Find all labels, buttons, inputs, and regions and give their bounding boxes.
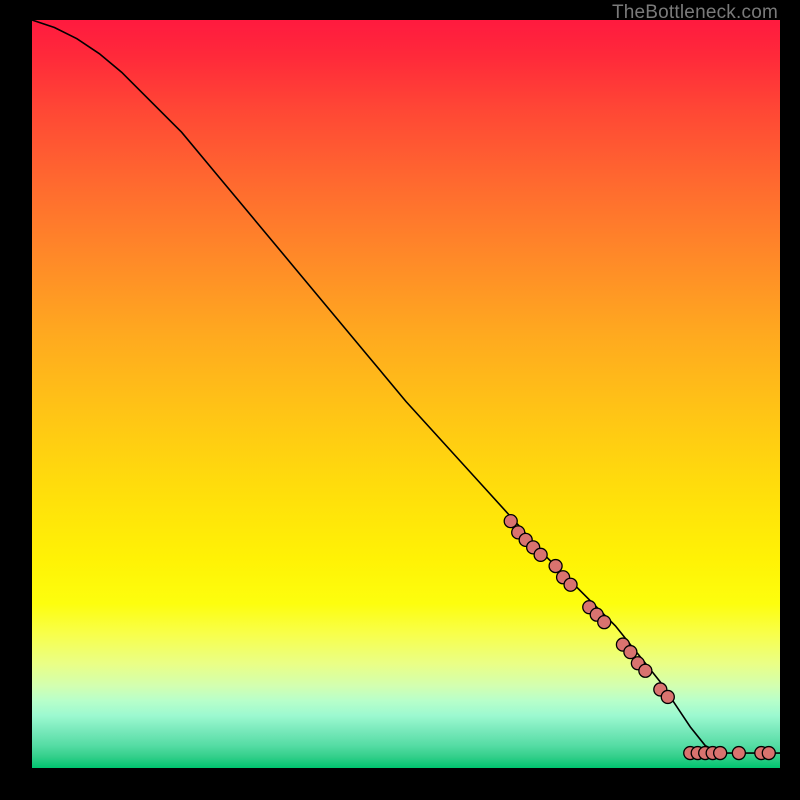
data-marker	[564, 578, 577, 591]
chart-frame: TheBottleneck.com	[0, 0, 800, 800]
curve-line	[32, 20, 780, 753]
data-marker	[598, 616, 611, 629]
data-marker	[714, 747, 727, 760]
chart-svg	[32, 20, 780, 768]
data-marker	[661, 690, 674, 703]
data-marker	[549, 560, 562, 573]
data-marker	[732, 747, 745, 760]
data-marker	[504, 515, 517, 528]
watermark-text: TheBottleneck.com	[612, 2, 778, 24]
data-marker	[639, 664, 652, 677]
data-marker	[624, 646, 637, 659]
data-marker	[762, 747, 775, 760]
data-marker	[534, 548, 547, 561]
plot-area	[32, 20, 780, 768]
marker-group	[504, 515, 775, 760]
